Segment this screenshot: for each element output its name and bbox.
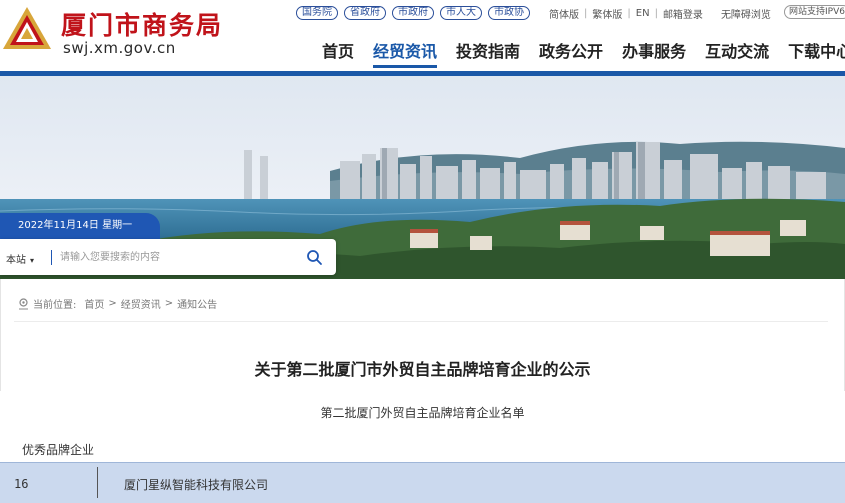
nav-item-trade-news[interactable]: 经贸资讯 (373, 38, 438, 68)
government-links: 国务院 省政府 市政府 市人大 市政协 (296, 6, 530, 20)
breadcrumb-divider (14, 321, 828, 322)
email-login-link[interactable]: 邮箱登录 (663, 6, 703, 21)
separator: | (627, 8, 631, 19)
gov-link-city-government[interactable]: 市政府 (392, 6, 434, 20)
ipv6-badge: 网站支持IPV6 (784, 5, 845, 19)
gov-link-city-cppcc[interactable]: 市政协 (488, 6, 530, 20)
gov-link-province[interactable]: 省政府 (344, 6, 386, 20)
separator: | (654, 8, 658, 19)
gov-link-state-council[interactable]: 国务院 (296, 6, 338, 20)
nav-item-interaction[interactable]: 互动交流 (705, 38, 769, 68)
company-name: 厦门星纵智能科技有限公司 (124, 478, 269, 492)
simplified-chinese-link[interactable]: 简体版 (549, 6, 579, 21)
search-icon[interactable] (306, 249, 323, 266)
nav-item-home[interactable]: 首页 (322, 38, 354, 68)
city-banner: 2022年11月14日 星期一 本站 ▾ (0, 76, 845, 279)
location-pin-icon (19, 297, 28, 309)
breadcrumb-home[interactable]: 首页 (84, 296, 104, 311)
nav-item-services[interactable]: 办事服务 (622, 38, 686, 68)
nav-item-investment-guide[interactable]: 投资指南 (456, 38, 520, 68)
site-header: 厦门市商务局 swj.xm.gov.cn 国务院 省政府 市政府 市人大 市政协… (0, 0, 845, 72)
gov-link-city-congress[interactable]: 市人大 (440, 6, 482, 20)
utility-links: 简体版 | 繁体版 | EN | 邮箱登录 无障碍浏览 (549, 6, 771, 21)
caret-down-icon: ▾ (30, 256, 35, 265)
list-heading: 第二批厦门外贸自主品牌培育企业名单 (320, 406, 525, 420)
article-title: 关于第二批厦门市外贸自主品牌培育企业的公示 (254, 360, 591, 379)
breadcrumb-trade-news[interactable]: 经贸资讯 (121, 296, 161, 311)
breadcrumb: 当前位置: 首页 > 经贸资讯 > 通知公告 (18, 296, 217, 311)
section-label: 优秀品牌企业 (22, 443, 95, 457)
nav-item-government-affairs[interactable]: 政务公开 (539, 38, 603, 68)
table-row[interactable]: 16 厦门星纵智能科技有限公司 (0, 462, 845, 503)
breadcrumb-separator: > (108, 298, 117, 309)
site-name[interactable]: 厦门市商务局 (61, 6, 223, 42)
logo-emblem-icon[interactable] (2, 4, 52, 52)
search-divider (51, 250, 52, 265)
breadcrumb-separator: > (164, 298, 174, 309)
breadcrumb-label: 当前位置: (33, 300, 77, 311)
nav-item-downloads[interactable]: 下载中心 (788, 38, 845, 68)
row-number: 16 (14, 477, 29, 491)
breadcrumb-notices[interactable]: 通知公告 (177, 296, 217, 311)
cell-divider (97, 467, 98, 498)
search-scope-select[interactable]: 本站 ▾ (6, 251, 34, 266)
separator: | (584, 8, 588, 19)
search-input[interactable] (60, 248, 290, 267)
current-date: 2022年11月14日 星期一 (0, 213, 160, 239)
english-link[interactable]: EN (636, 8, 650, 19)
search-box: 本站 ▾ (0, 239, 336, 275)
main-nav: 首页 经贸资讯 投资指南 政务公开 办事服务 互动交流 下载中心 (322, 38, 845, 68)
site-domain: swj.xm.gov.cn (63, 39, 176, 57)
accessibility-link[interactable]: 无障碍浏览 (721, 6, 771, 21)
traditional-chinese-link[interactable]: 繁体版 (592, 6, 622, 21)
